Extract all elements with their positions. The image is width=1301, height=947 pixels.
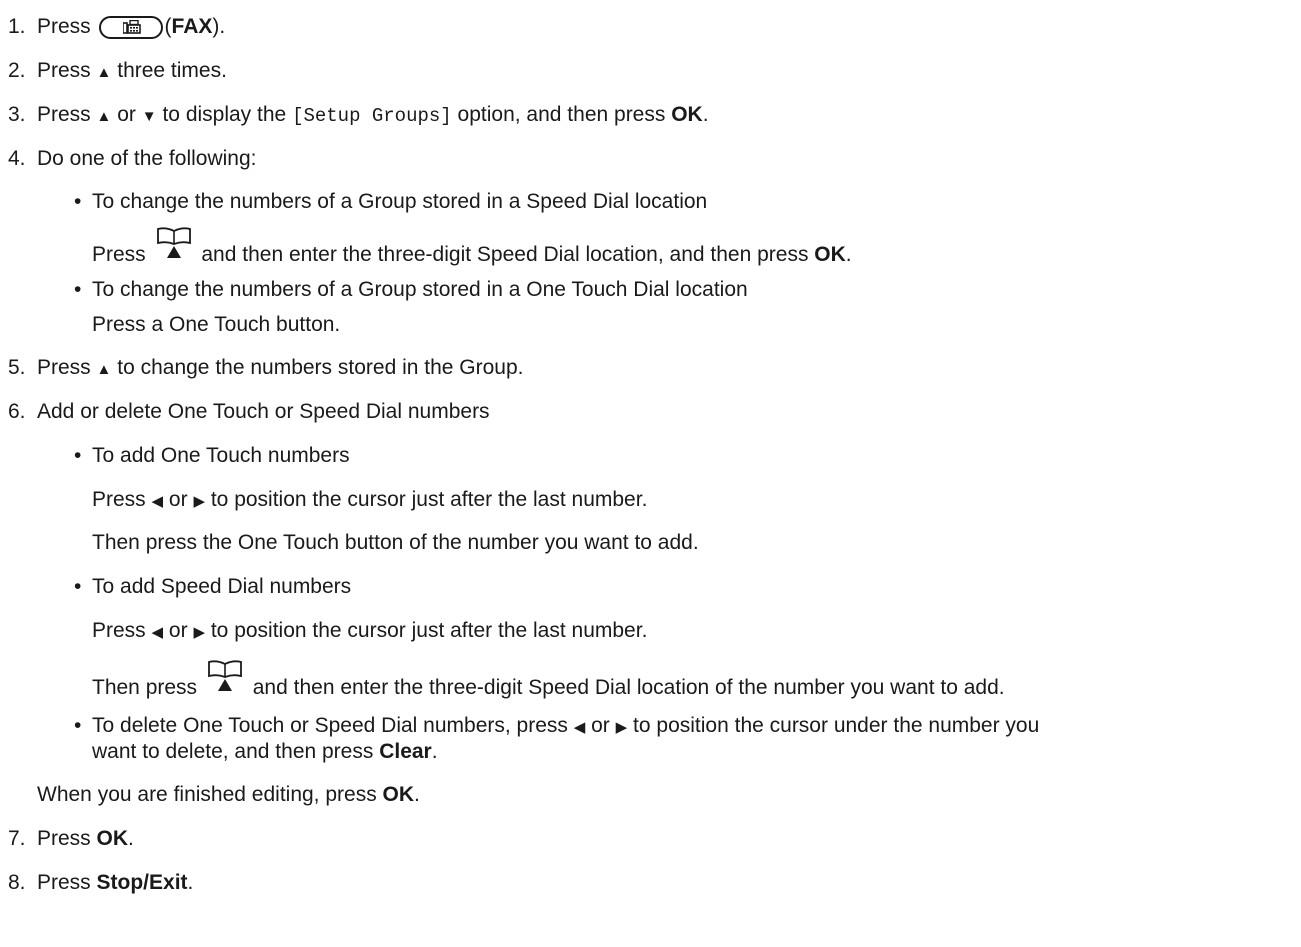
right-arrow-icon: ▶ [615,719,628,736]
right-arrow-icon: ▶ [193,624,205,641]
address-book-icon [205,660,245,691]
fax-button-icon [98,16,163,39]
right-arrow-icon: ▶ [193,493,205,510]
up-arrow-icon: ▲ [96,64,112,81]
up-arrow-icon: ▲ [96,361,112,378]
step-number: 1. [8,15,26,38]
up-arrow-icon: ▲ [96,108,112,125]
left-arrow-icon: ◀ [573,719,586,736]
menu-option-code: [Setup Groups] [292,105,452,127]
address-book-icon [154,227,194,258]
down-arrow-icon: ▼ [141,108,157,125]
instruction-document: 1. Press (FAX). 2. Press ▲ three times. … [8,15,1040,894]
left-arrow-icon: ◀ [151,624,164,641]
left-arrow-icon: ◀ [151,493,164,510]
